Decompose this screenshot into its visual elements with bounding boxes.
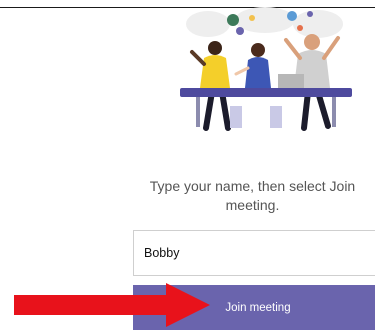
meeting-illustration bbox=[180, 7, 352, 131]
speech-bubbles-icon bbox=[186, 7, 343, 38]
person-middle-icon bbox=[234, 43, 271, 88]
join-instruction-text: Type your name, then select Join meeting… bbox=[149, 178, 356, 213]
name-input[interactable] bbox=[133, 230, 375, 276]
laptop-icon bbox=[278, 74, 304, 88]
red-arrow-icon bbox=[14, 283, 210, 327]
